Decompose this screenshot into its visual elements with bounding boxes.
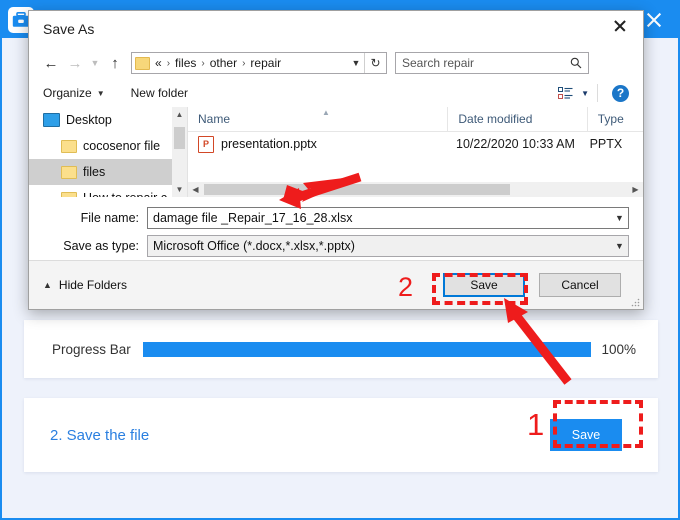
dialog-body: Desktop cocosenor file files How to repa…: [29, 107, 643, 197]
dialog-cancel-button[interactable]: Cancel: [539, 273, 621, 297]
nav-item-label: Desktop: [66, 113, 112, 127]
file-date-cell: 10/22/2020 10:33 AM: [456, 137, 575, 151]
dialog-footer: ▲ Hide Folders Save Cancel: [29, 260, 643, 309]
column-header-name[interactable]: Name ▲: [188, 107, 447, 131]
column-label: Name: [198, 112, 231, 126]
address-chevron-down-icon[interactable]: ▼: [348, 53, 364, 73]
search-box[interactable]: Search repair: [395, 52, 589, 74]
nav-item-label: files: [83, 165, 106, 179]
dialog-navigation-row: ← → ▼ ↑ « › files › other › repair ▼ ↻ S…: [29, 47, 643, 79]
folder-icon: [61, 165, 77, 179]
progress-percent-text: 100%: [601, 341, 636, 357]
new-folder-label: New folder: [130, 86, 188, 100]
dialog-toolbar: Organize ▼ New folder ▼ ?: [29, 79, 643, 108]
progress-label: Progress Bar: [52, 341, 131, 357]
screenshot-root: Progress Bar 100% 2. Save the file Save …: [0, 0, 680, 520]
dialog-save-button[interactable]: Save: [443, 273, 525, 297]
progress-bar: [142, 341, 592, 357]
save-file-card: 2. Save the file Save: [24, 398, 658, 472]
breadcrumb: « › files › other › repair: [155, 56, 281, 70]
chevron-up-icon: ▲: [43, 280, 52, 290]
search-input[interactable]: Search repair: [402, 56, 474, 70]
file-name-input[interactable]: damage file _Repair_17_16_28.xlsx ▼: [147, 207, 629, 229]
breadcrumb-root-glyph: «: [155, 56, 162, 70]
forward-icon[interactable]: →: [63, 51, 87, 75]
file-list-header: Name ▲ Date modified Type: [188, 107, 643, 132]
save-file-title: 2. Save the file: [50, 426, 150, 444]
app-close-button[interactable]: [640, 6, 668, 34]
folder-icon: [61, 139, 77, 153]
toolbar-divider: [597, 84, 598, 102]
monitor-icon: [43, 113, 60, 127]
file-name-chevron-down-icon[interactable]: ▼: [611, 208, 628, 228]
help-icon[interactable]: ?: [612, 84, 629, 102]
refresh-icon[interactable]: ↻: [364, 53, 386, 73]
powerpoint-icon: P: [198, 135, 214, 153]
search-icon: [570, 57, 582, 69]
resize-grip-icon[interactable]: [630, 297, 640, 307]
file-list-horizontal-scrollbar[interactable]: ◀ ▶: [188, 182, 643, 197]
navigation-pane: Desktop cocosenor file files How to repa…: [29, 107, 188, 197]
dialog-close-button[interactable]: [597, 11, 643, 41]
save-as-type-select[interactable]: Microsoft Office (*.docx,*.xlsx,*.pptx) …: [147, 235, 629, 257]
breadcrumb-item-repair[interactable]: repair: [250, 56, 281, 70]
breadcrumb-item-files[interactable]: files: [175, 56, 196, 70]
organize-label: Organize: [43, 86, 92, 100]
breadcrumb-separator: ›: [166, 57, 171, 69]
nav-item-files[interactable]: files: [29, 159, 187, 185]
column-label: Date modified: [458, 112, 533, 126]
file-name-cell: presentation.pptx: [221, 137, 317, 151]
view-chevron-down-icon[interactable]: ▼: [581, 89, 589, 98]
nav-item-label: cocosenor file: [83, 139, 161, 153]
scroll-right-chevron-icon[interactable]: ▶: [628, 182, 643, 197]
scroll-left-chevron-icon[interactable]: ◀: [188, 182, 203, 197]
scrollbar-thumb[interactable]: [174, 127, 185, 149]
breadcrumb-item-other[interactable]: other: [210, 56, 237, 70]
column-header-date-modified[interactable]: Date modified: [447, 107, 586, 131]
file-name-label: File name:: [80, 211, 139, 225]
recent-locations-chevron-down-icon[interactable]: ▼: [87, 51, 103, 75]
up-one-level-icon[interactable]: ↑: [103, 51, 127, 75]
save-as-type-value: Microsoft Office (*.docx,*.xlsx,*.pptx): [153, 239, 355, 253]
nav-item-cocosenor-file[interactable]: cocosenor file: [29, 133, 187, 159]
app-save-button[interactable]: Save: [550, 419, 622, 451]
scroll-up-chevron-icon[interactable]: ▲: [172, 107, 187, 122]
new-folder-button[interactable]: New folder: [131, 86, 188, 100]
file-type-cell: PPTX: [589, 137, 623, 151]
scrollbar-thumb[interactable]: [204, 184, 510, 195]
save-as-type-label: Save as type:: [63, 239, 139, 253]
dialog-titlebar: Save As: [29, 11, 643, 47]
back-icon[interactable]: ←: [39, 51, 63, 75]
nav-item-how-to-repair[interactable]: How to repair c: [29, 185, 187, 197]
hide-folders-label: Hide Folders: [58, 278, 127, 292]
chevron-down-icon: ▼: [96, 88, 105, 98]
hide-folders-button[interactable]: ▲ Hide Folders: [43, 278, 127, 292]
file-list-pane: Name ▲ Date modified Type P presentation…: [188, 107, 643, 197]
folder-icon: [135, 56, 150, 70]
breadcrumb-separator: ›: [242, 57, 246, 69]
file-name-value: damage file _Repair_17_16_28.xlsx: [153, 211, 353, 225]
view-layout-icon[interactable]: [558, 86, 573, 100]
nav-item-desktop[interactable]: Desktop: [29, 107, 187, 133]
column-header-type[interactable]: Type: [586, 107, 643, 131]
save-as-dialog: Save As ← → ▼ ↑ « › files › other › repa…: [28, 10, 644, 310]
breadcrumb-separator: ›: [201, 57, 205, 69]
progress-card: Progress Bar 100%: [24, 320, 658, 378]
sort-chevron-up-icon: ▲: [322, 108, 330, 117]
column-label: Type: [597, 112, 624, 126]
save-button-wrapper: Save: [443, 273, 525, 297]
organize-button[interactable]: Organize ▼: [43, 86, 105, 100]
address-bar[interactable]: « › files › other › repair ▼ ↻: [131, 52, 387, 74]
save-as-type-chevron-down-icon[interactable]: ▼: [611, 236, 628, 256]
navigation-pane-scrollbar[interactable]: ▲ ▼: [172, 107, 187, 197]
progress-bar-fill: [142, 341, 592, 357]
table-row[interactable]: P presentation.pptx 10/22/2020 10:33 AM …: [188, 132, 643, 156]
dialog-form-area: File name: damage file _Repair_17_16_28.…: [29, 197, 643, 261]
dialog-title: Save As: [43, 21, 95, 37]
scroll-down-chevron-icon[interactable]: ▼: [172, 182, 187, 197]
